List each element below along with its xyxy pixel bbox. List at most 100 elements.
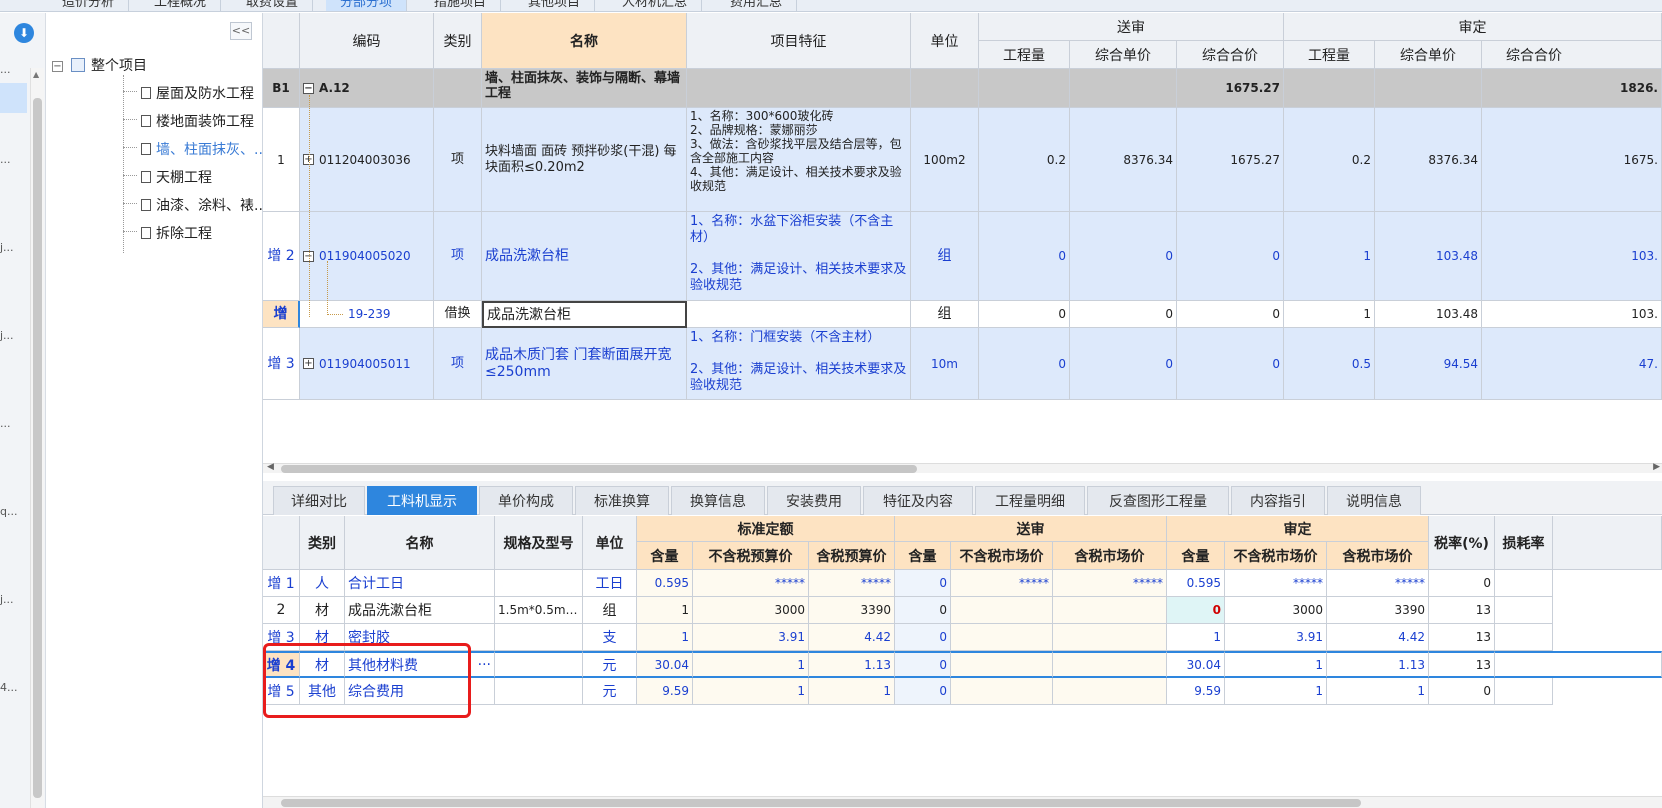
audit-qty-cell[interactable]: 1 bbox=[1167, 624, 1225, 651]
unit-cell[interactable]: 工日 bbox=[583, 570, 637, 597]
tab-resource-display[interactable]: 工料机显示 bbox=[367, 486, 477, 515]
lheader-sent[interactable]: 送审 bbox=[895, 516, 1167, 542]
lheader-spec[interactable]: 规格及型号 bbox=[495, 516, 583, 570]
code-cell[interactable]: +011904005011 bbox=[300, 328, 434, 400]
audit-qty-cell[interactable]: 1 bbox=[1284, 212, 1375, 301]
sent-t-cell[interactable] bbox=[1053, 624, 1167, 651]
audit-price-cell[interactable]: 8376.34 bbox=[1375, 108, 1482, 212]
audit-price-cell[interactable]: 103.48 bbox=[1375, 301, 1482, 328]
tree-root[interactable]: − 整个项目 bbox=[52, 55, 147, 75]
audit-nt-cell[interactable]: ***** bbox=[1225, 570, 1327, 597]
tab-features[interactable]: 特征及内容 bbox=[863, 486, 973, 515]
rail-label[interactable]: 4... bbox=[0, 681, 18, 694]
sent-t-cell[interactable] bbox=[1053, 597, 1167, 624]
tab-measures[interactable]: 措施项目 bbox=[420, 0, 502, 11]
std-qty-cell[interactable]: 9.59 bbox=[637, 678, 693, 705]
row-id[interactable]: 2 bbox=[263, 597, 300, 624]
header-audit-total[interactable]: 综合合价 bbox=[1482, 41, 1662, 69]
row-id[interactable]: 增 2 bbox=[263, 212, 300, 301]
name-cell[interactable]: 成品洗漱台柜 bbox=[482, 212, 687, 301]
audit-t-cell[interactable]: 1 bbox=[1327, 678, 1429, 705]
sent-qty-cell[interactable]: 0 bbox=[895, 678, 951, 705]
sent-total-cell[interactable]: 1675.27 bbox=[1177, 108, 1284, 212]
std-qty-cell[interactable]: 0.595 bbox=[637, 570, 693, 597]
audit-t-cell[interactable]: 4.42 bbox=[1327, 624, 1429, 651]
name-cell[interactable]: 块料墙面 面砖 预拌砂浆(干混) 每块面积≤0.20m2 bbox=[482, 108, 687, 212]
audit-qty-cell[interactable]: 0.5 bbox=[1284, 328, 1375, 400]
row-id[interactable]: 增 1 bbox=[263, 570, 300, 597]
unit-cell[interactable]: 10m bbox=[911, 328, 979, 400]
row-id[interactable]: 增 3 bbox=[263, 328, 300, 400]
lheader-sent-qty[interactable]: 含量 bbox=[895, 542, 951, 570]
code-cell[interactable]: 19-239 bbox=[300, 301, 434, 328]
audit-t-cell[interactable]: 1.13 bbox=[1327, 651, 1429, 678]
sent-price-cell[interactable]: 8376.34 bbox=[1070, 108, 1177, 212]
std-qty-cell[interactable]: 1 bbox=[637, 597, 693, 624]
spec-cell[interactable] bbox=[495, 570, 583, 597]
group-audit-total[interactable]: 1826. bbox=[1482, 69, 1662, 108]
audit-price-cell[interactable]: 94.54 bbox=[1375, 328, 1482, 400]
tab-install-fee[interactable]: 安装费用 bbox=[767, 486, 861, 515]
header-audit[interactable]: 审定 bbox=[1284, 13, 1662, 41]
tab-std-conversion[interactable]: 标准换算 bbox=[575, 486, 669, 515]
header-audit-price[interactable]: 综合单价 bbox=[1375, 41, 1482, 69]
unit-cell[interactable]: 组 bbox=[911, 212, 979, 301]
lheader-audit-t[interactable]: 含税市场价 bbox=[1327, 542, 1429, 570]
feature-cell[interactable]: 1、名称：水盆下浴柜安装（不含主材） 2、其他：满足设计、相关技术要求及验收规范 bbox=[687, 212, 911, 301]
audit-qty-cell[interactable]: 0.2 bbox=[1284, 108, 1375, 212]
sent-nt-cell[interactable] bbox=[951, 624, 1053, 651]
sent-nt-cell[interactable] bbox=[951, 597, 1053, 624]
tab-unit-price[interactable]: 单价构成 bbox=[479, 486, 573, 515]
collapse-icon[interactable]: − bbox=[303, 82, 314, 94]
type-cell[interactable]: 材 bbox=[300, 651, 345, 678]
header-sent-total[interactable]: 综合合价 bbox=[1177, 41, 1284, 69]
std-t-cell[interactable]: 3390 bbox=[809, 597, 895, 624]
lheader-std-t[interactable]: 含税预算价 bbox=[809, 542, 895, 570]
feature-cell[interactable]: 1、名称：300*600玻化砖 2、品牌规格：蒙娜丽莎 3、做法：含砂浆找平层及… bbox=[687, 108, 911, 212]
audit-t-cell[interactable]: 3390 bbox=[1327, 597, 1429, 624]
type-cell[interactable]: 人 bbox=[300, 570, 345, 597]
tab-cost-analysis[interactable]: 造价分析 bbox=[48, 0, 130, 11]
tax-cell[interactable]: 13 bbox=[1429, 651, 1495, 678]
sent-qty-cell[interactable]: 0 bbox=[895, 624, 951, 651]
lheader-unit[interactable]: 单位 bbox=[583, 516, 637, 570]
std-t-cell[interactable]: ***** bbox=[809, 570, 895, 597]
rail-label[interactable]: ... bbox=[0, 417, 11, 430]
audit-qty-cell[interactable]: 9.59 bbox=[1167, 678, 1225, 705]
header-name[interactable]: 名称 bbox=[482, 13, 687, 69]
tree-item-selected[interactable]: 墙、柱面抹灰、... bbox=[141, 139, 267, 159]
feature-cell[interactable]: 1、名称：门框安装（不含主材） 2、其他：满足设计、相关技术要求及验收规范 bbox=[687, 328, 911, 400]
std-nt-cell[interactable]: 1 bbox=[693, 678, 809, 705]
sent-nt-cell[interactable] bbox=[951, 678, 1053, 705]
tab-other-items[interactable]: 其他项目 bbox=[514, 0, 596, 11]
loss-cell[interactable] bbox=[1495, 597, 1553, 624]
name-cell[interactable]: 综合费用 bbox=[345, 678, 495, 705]
sent-t-cell[interactable]: ***** bbox=[1053, 570, 1167, 597]
sent-price-cell[interactable]: 0 bbox=[1070, 212, 1177, 301]
lower-grid-hscrollbar[interactable] bbox=[263, 796, 1662, 808]
row-id[interactable]: 增 3 bbox=[263, 624, 300, 651]
tab-content-guide[interactable]: 内容指引 bbox=[1231, 486, 1325, 515]
expand-icon[interactable]: + bbox=[303, 358, 314, 369]
lheader-tax[interactable]: 税率(%) bbox=[1429, 516, 1495, 570]
tree-item[interactable]: 拆除工程 bbox=[141, 223, 212, 243]
lheader-sent-t[interactable]: 含税市场价 bbox=[1053, 542, 1167, 570]
unit-cell[interactable]: 支 bbox=[583, 624, 637, 651]
header-feature[interactable]: 项目特征 bbox=[687, 13, 911, 69]
tab-detail-compare[interactable]: 详细对比 bbox=[273, 486, 365, 515]
type-cell[interactable]: 项 bbox=[434, 108, 482, 212]
audit-nt-cell[interactable]: 1 bbox=[1225, 651, 1327, 678]
rail-label[interactable]: ... bbox=[0, 63, 11, 76]
std-nt-cell[interactable]: 3.91 bbox=[693, 624, 809, 651]
name-cell[interactable]: 其他材料费 ··· bbox=[345, 651, 495, 678]
tax-cell[interactable]: 13 bbox=[1429, 624, 1495, 651]
audit-nt-cell[interactable]: 1 bbox=[1225, 678, 1327, 705]
unit-cell[interactable]: 100m2 bbox=[911, 108, 979, 212]
audit-nt-cell[interactable]: 3.91 bbox=[1225, 624, 1327, 651]
sent-qty-cell[interactable]: 0 bbox=[895, 651, 951, 678]
name-cell[interactable]: 成品木质门套 门套断面展开宽 ≤250mm bbox=[482, 328, 687, 400]
std-nt-cell[interactable]: 1 bbox=[693, 651, 809, 678]
audit-qty-cell[interactable]: 0.595 bbox=[1167, 570, 1225, 597]
row-id[interactable]: 增 bbox=[263, 301, 300, 328]
lheader-loss[interactable]: 损耗率 bbox=[1495, 516, 1553, 570]
